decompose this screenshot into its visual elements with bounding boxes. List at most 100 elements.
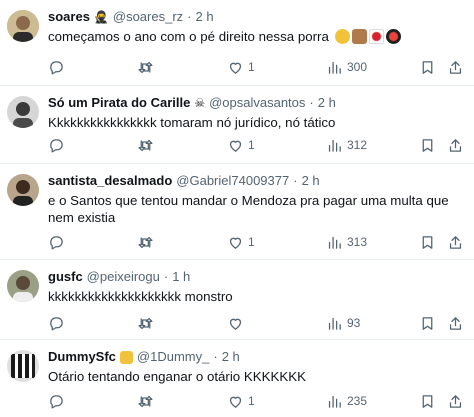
- repost-button[interactable]: [137, 58, 158, 76]
- repost-button[interactable]: [137, 233, 158, 251]
- views-button[interactable]: 313: [326, 233, 367, 251]
- reply-button[interactable]: [48, 233, 69, 251]
- repost-icon: [138, 395, 153, 407]
- views-button[interactable]: 312: [326, 136, 367, 154]
- share-button[interactable]: [447, 314, 464, 332]
- share-icon: [449, 394, 462, 408]
- views-button[interactable]: 93: [326, 314, 360, 332]
- share-button[interactable]: [447, 233, 464, 251]
- fist-bump-icon: [119, 350, 133, 364]
- display-name[interactable]: gusfc: [48, 269, 83, 285]
- heart-icon: [229, 237, 242, 249]
- bookmark-icon: [422, 235, 433, 249]
- timestamp[interactable]: 1 h: [172, 269, 190, 285]
- avatar[interactable]: [7, 350, 39, 382]
- post-text: Kkkkkkkkkkkkkkkk tomaram nó jurídico, nó…: [48, 115, 336, 130]
- user-handle[interactable]: @peixeirogu: [87, 269, 160, 285]
- timestamp[interactable]: 2 h: [318, 95, 336, 111]
- views-button[interactable]: 235: [326, 392, 367, 410]
- views-chart-icon: [328, 317, 341, 330]
- reply-icon: [50, 316, 63, 331]
- view-count: 235: [347, 394, 368, 408]
- reply-button[interactable]: [48, 58, 69, 76]
- timestamp[interactable]: 2 h: [222, 349, 240, 365]
- reply-icon: [50, 138, 63, 153]
- views-chart-icon: [328, 395, 341, 408]
- post-text: kkkkkkkkkkkkkkkkkkkk monstro: [48, 289, 233, 304]
- user-handle[interactable]: @opsalvasantos: [209, 95, 305, 111]
- avatar[interactable]: [7, 96, 39, 128]
- display-name[interactable]: Só um Pirata do Carille: [48, 95, 190, 111]
- heart-icon: [229, 140, 242, 152]
- view-count: 312: [347, 138, 368, 152]
- reply-button[interactable]: [48, 136, 69, 154]
- views-chart-icon: [328, 61, 341, 74]
- reply-post[interactable]: soares 🥷 @soares_rz · 2 h começamos o an…: [0, 0, 474, 86]
- reply-post[interactable]: DummySfc @1Dummy_ · 2 h Otário tentando …: [0, 340, 474, 417]
- like-count: 1: [248, 235, 255, 249]
- share-button[interactable]: [447, 58, 464, 76]
- share-button[interactable]: [447, 136, 464, 154]
- display-name[interactable]: DummySfc: [48, 349, 116, 365]
- bookmark-icon: [422, 394, 433, 408]
- timestamp[interactable]: 2 h: [302, 173, 320, 189]
- bookmark-button[interactable]: [419, 233, 436, 251]
- sushi-icon: [385, 29, 401, 44]
- post-text: Otário tentando enganar o otário KKKKKKK: [48, 369, 306, 384]
- heart-icon: [229, 62, 242, 74]
- reply-post[interactable]: Só um Pirata do Carille ☠ @opsalvasantos…: [0, 86, 474, 164]
- like-count: 1: [248, 60, 255, 74]
- repost-button[interactable]: [137, 314, 158, 332]
- avatar[interactable]: [7, 174, 39, 206]
- avatar[interactable]: [7, 270, 39, 302]
- reply-icon: [50, 60, 63, 75]
- like-button[interactable]: 1: [227, 58, 255, 76]
- timestamp[interactable]: 2 h: [196, 9, 214, 25]
- share-icon: [449, 138, 462, 152]
- repost-icon: [138, 236, 153, 248]
- post-text: e o Santos que tentou mandar o Mendoza p…: [48, 193, 449, 225]
- share-icon: [449, 60, 462, 74]
- bookmark-icon: [422, 316, 433, 330]
- ninja-icon: 🥷: [93, 10, 109, 24]
- heart-icon: [229, 396, 242, 408]
- reply-button[interactable]: [48, 314, 69, 332]
- bookmark-button[interactable]: [419, 58, 436, 76]
- views-chart-icon: [328, 139, 341, 152]
- display-name[interactable]: soares: [48, 9, 90, 25]
- money-mouth-face-icon: [334, 29, 350, 44]
- repost-button[interactable]: [137, 392, 158, 410]
- like-button[interactable]: 1: [227, 136, 255, 154]
- reply-post[interactable]: gusfc @peixeirogu · 1 h kkkkkkkkkkkkkkkk…: [0, 260, 474, 340]
- bookmark-button[interactable]: [419, 392, 436, 410]
- repost-button[interactable]: [137, 136, 158, 154]
- repost-icon: [138, 139, 153, 151]
- display-name[interactable]: santista_desalmado: [48, 173, 172, 189]
- bookmark-icon: [422, 138, 433, 152]
- bookmark-button[interactable]: [419, 314, 436, 332]
- share-button[interactable]: [447, 392, 464, 410]
- bookmark-button[interactable]: [419, 136, 436, 154]
- japan-flag-icon: [368, 29, 384, 44]
- like-count: 1: [248, 138, 255, 152]
- user-handle[interactable]: @Gabriel74009377: [176, 173, 289, 189]
- share-icon: [449, 316, 462, 330]
- share-icon: [449, 235, 462, 249]
- views-button[interactable]: 300: [326, 58, 367, 76]
- repost-icon: [138, 61, 153, 73]
- reply-button[interactable]: [48, 392, 69, 410]
- bookmark-icon: [422, 60, 433, 74]
- like-button[interactable]: 1: [227, 392, 255, 410]
- post-text: começamos o ano com o pé direito nessa p…: [48, 28, 466, 45]
- reply-icon: [50, 394, 63, 409]
- like-button[interactable]: [227, 314, 248, 332]
- view-count: 300: [347, 60, 368, 74]
- user-handle[interactable]: @1Dummy_: [137, 349, 209, 365]
- like-button[interactable]: 1: [227, 233, 255, 251]
- avatar[interactable]: [7, 10, 39, 42]
- view-count: 93: [347, 316, 361, 330]
- user-handle[interactable]: @soares_rz: [113, 9, 183, 25]
- reply-icon: [50, 235, 63, 250]
- reply-post[interactable]: santista_desalmado @Gabriel74009377 · 2 …: [0, 164, 474, 260]
- middle-finger-icon: [351, 29, 367, 44]
